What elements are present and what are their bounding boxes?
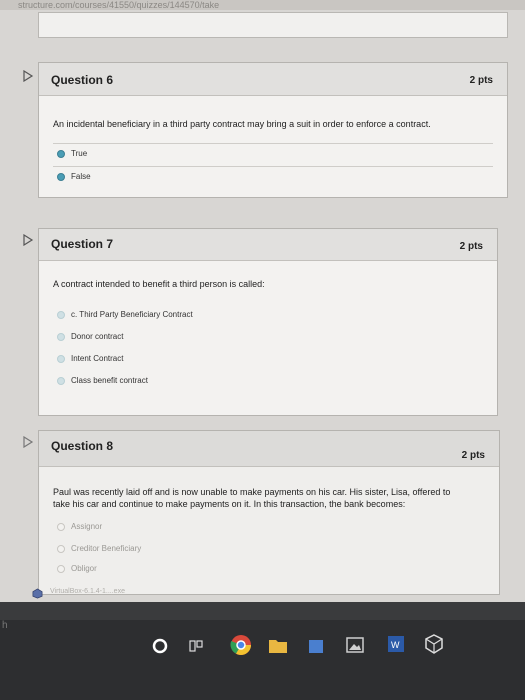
cortana-icon[interactable]: [152, 638, 168, 654]
answer-label: Obligor: [71, 564, 97, 573]
radio-button-icon[interactable]: [57, 565, 65, 573]
question-8-card: Question 8 2 pts Paul was recently laid …: [38, 430, 500, 595]
question-text-line-1: Paul was recently laid off and is now un…: [53, 487, 451, 497]
answer-option[interactable]: False: [53, 166, 493, 188]
answer-option[interactable]: Obligor: [53, 559, 485, 581]
flag-question-icon[interactable]: [22, 234, 34, 246]
flag-question-icon[interactable]: [22, 436, 34, 448]
word-icon[interactable]: W: [386, 634, 406, 654]
radio-button-icon[interactable]: [57, 377, 65, 385]
answer-label: False: [71, 172, 91, 181]
search-box-fragment[interactable]: h: [2, 620, 8, 631]
answer-label: True: [71, 149, 88, 158]
svg-text:W: W: [391, 640, 400, 650]
question-title: Question 8: [51, 439, 114, 453]
answer-option[interactable]: Creditor Beneficiary: [53, 539, 485, 561]
answer-option[interactable]: Donor contract: [53, 327, 483, 349]
store-icon[interactable]: [308, 636, 324, 654]
question-points: 2 pts: [469, 75, 493, 86]
flag-question-icon[interactable]: [22, 70, 34, 82]
answer-option[interactable]: Assignor: [53, 517, 485, 539]
question-6-header: Question 6 2 pts: [39, 63, 507, 96]
windows-taskbar: h W: [0, 620, 525, 700]
answer-option[interactable]: True: [53, 143, 493, 165]
answer-option[interactable]: Intent Contract: [53, 349, 483, 371]
question-7-header: Question 7 2 pts: [39, 229, 497, 261]
answer-label: Assignor: [71, 522, 103, 531]
answer-label: Intent Contract: [71, 354, 124, 363]
radio-button-icon[interactable]: [57, 150, 65, 158]
radio-button-icon[interactable]: [57, 173, 65, 181]
radio-button-icon[interactable]: [57, 523, 65, 531]
virtualbox-icon: [32, 588, 43, 599]
radio-button-icon[interactable]: [57, 311, 65, 319]
answer-label: Creditor Beneficiary: [71, 544, 142, 553]
task-view-icon[interactable]: [188, 638, 204, 654]
file-explorer-icon[interactable]: [268, 636, 288, 654]
chrome-icon[interactable]: [230, 634, 252, 656]
photos-icon[interactable]: [346, 636, 364, 654]
browser-url-bar[interactable]: structure.com/courses/41550/quizzes/1445…: [0, 0, 525, 10]
virtualbox-taskbar-icon[interactable]: [424, 634, 444, 654]
question-points: 2 pts: [459, 241, 483, 252]
question-text-line-2: take his car and continue to make paymen…: [53, 499, 406, 509]
radio-button-icon[interactable]: [57, 333, 65, 341]
answer-option[interactable]: Class benefit contract: [53, 371, 483, 393]
question-7-card: Question 7 2 pts A contract intended to …: [38, 228, 498, 416]
download-item[interactable]: VirtualBox-6.1.4-1....exe: [32, 586, 202, 602]
question-points: 2 pts: [461, 450, 485, 461]
answer-label: c. Third Party Beneficiary Contract: [71, 310, 193, 319]
question-title: Question 6: [51, 73, 114, 87]
radio-button-icon[interactable]: [57, 355, 65, 363]
answer-label: Donor contract: [71, 332, 124, 341]
download-bar-strip: [0, 602, 525, 620]
answer-label: Class benefit contract: [71, 376, 148, 385]
answer-option[interactable]: c. Third Party Beneficiary Contract: [53, 305, 483, 327]
download-filename: VirtualBox-6.1.4-1....exe: [50, 588, 125, 595]
radio-button-icon[interactable]: [57, 545, 65, 553]
question-6-card: Question 6 2 pts An incidental beneficia…: [38, 62, 508, 198]
question-title: Question 7: [51, 237, 114, 251]
question-8-header: Question 8 2 pts: [39, 431, 499, 467]
question-text: An incidental beneficiary in a third par…: [53, 119, 431, 129]
previous-question-bottom: [38, 12, 508, 38]
question-text: A contract intended to benefit a third p…: [53, 279, 265, 289]
